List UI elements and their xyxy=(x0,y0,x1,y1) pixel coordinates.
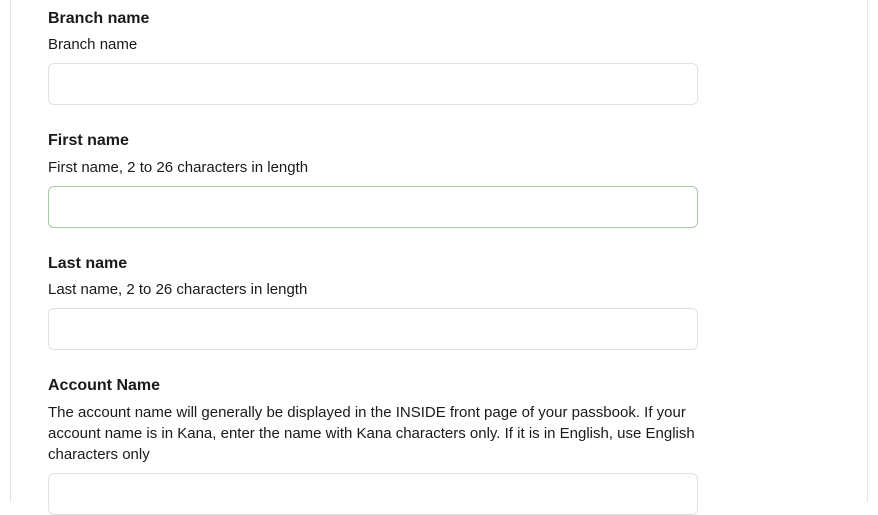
branch-name-help: Branch name xyxy=(48,34,698,55)
last-name-group: Last name Last name, 2 to 26 characters … xyxy=(48,253,830,350)
account-name-help: The account name will generally be displ… xyxy=(48,402,698,465)
account-name-group: Account Name The account name will gener… xyxy=(48,375,830,514)
last-name-label: Last name xyxy=(48,253,830,275)
branch-name-label: Branch name xyxy=(48,8,830,30)
last-name-input[interactable] xyxy=(48,308,698,350)
first-name-group: First name First name, 2 to 26 character… xyxy=(48,130,830,227)
branch-name-input[interactable] xyxy=(48,63,698,105)
account-name-input[interactable] xyxy=(48,473,698,515)
first-name-label: First name xyxy=(48,130,830,152)
first-name-input[interactable] xyxy=(48,186,698,228)
first-name-help: First name, 2 to 26 characters in length xyxy=(48,157,698,178)
last-name-help: Last name, 2 to 26 characters in length xyxy=(48,279,698,300)
branch-name-group: Branch name Branch name xyxy=(48,0,830,105)
account-name-label: Account Name xyxy=(48,375,830,397)
form-panel: Branch name Branch name First name First… xyxy=(10,0,868,502)
